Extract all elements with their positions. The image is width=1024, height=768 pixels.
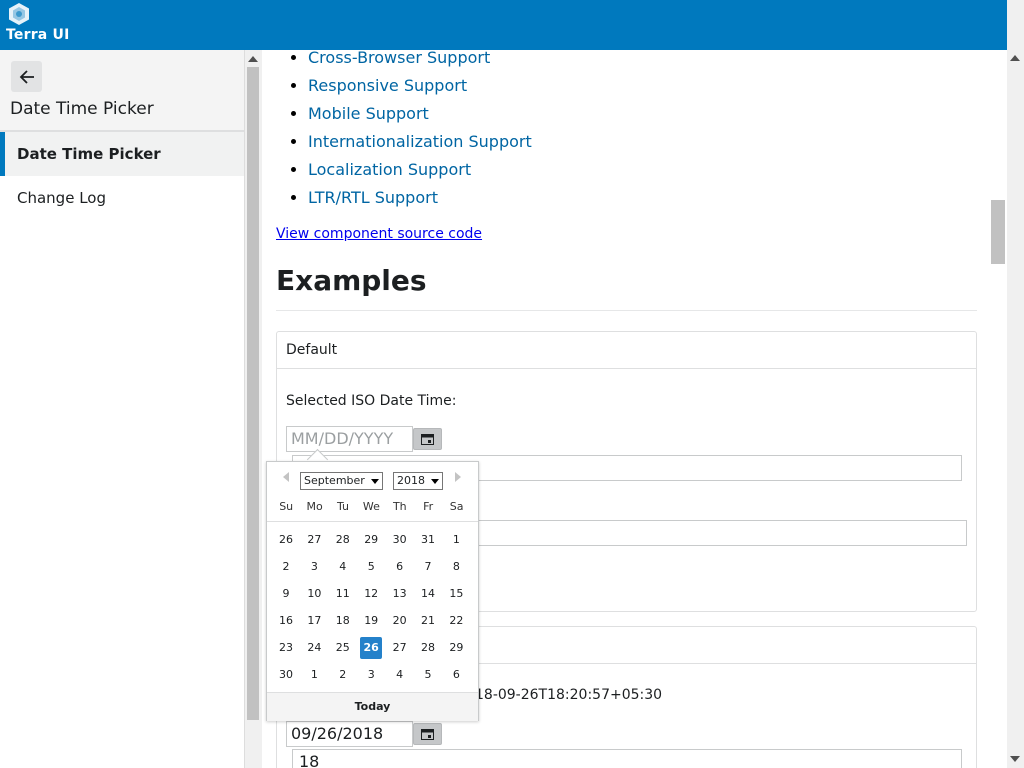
source-code-link[interactable]: View component source code — [276, 226, 482, 242]
sidebar: Date Time Picker Date Time Picker Change… — [0, 50, 244, 768]
calendar-day[interactable]: 31 — [417, 529, 439, 551]
weekday-header: Th — [392, 500, 407, 513]
calendar-day[interactable]: 19 — [360, 610, 382, 632]
calendar-icon — [421, 729, 434, 740]
weekday-header: Tu — [336, 500, 349, 513]
calendar-button[interactable] — [413, 723, 442, 745]
examples-heading: Examples — [276, 264, 427, 297]
calendar-day[interactable]: 2 — [275, 556, 297, 578]
calendar-day[interactable]: 28 — [417, 637, 439, 659]
calendar-day[interactable]: 1 — [445, 529, 467, 551]
calendar-day[interactable]: 7 — [417, 556, 439, 578]
calendar-day[interactable]: 22 — [445, 610, 467, 632]
sidebar-scrollbar-thumb[interactable] — [247, 67, 259, 720]
calendar-day[interactable]: 16 — [275, 610, 297, 632]
calendar-button[interactable] — [413, 428, 442, 450]
divider — [276, 310, 977, 311]
calendar-day[interactable]: 27 — [303, 529, 325, 551]
app-title[interactable]: Terra UI — [6, 27, 70, 43]
calendar-day[interactable]: 26 — [360, 637, 383, 659]
calendar-day[interactable]: 6 — [389, 556, 411, 578]
weekday-header: Fr — [423, 500, 434, 513]
list-item[interactable]: Mobile Support — [308, 100, 532, 128]
calendar-day[interactable]: 25 — [332, 637, 354, 659]
today-button[interactable]: Today — [267, 692, 478, 721]
sidebar-item-change-log[interactable]: Change Log — [0, 176, 244, 220]
calendar-day[interactable]: 14 — [417, 583, 439, 605]
date-picker-popup: September 2018 Su Mo Tu We Th Fr Sa 26 27 28 29 30… — [266, 461, 479, 721]
calendar-day[interactable]: 21 — [417, 610, 439, 632]
calendar-day[interactable]: 27 — [389, 637, 411, 659]
calendar-day[interactable]: 23 — [275, 637, 297, 659]
calendar-day[interactable]: 4 — [332, 556, 354, 578]
date-input[interactable]: MM/DD/YYYY — [286, 426, 413, 452]
calendar-day[interactable]: 29 — [360, 529, 382, 551]
sidebar-heading: Date Time Picker — [10, 99, 154, 119]
calendar-day[interactable]: 20 — [389, 610, 411, 632]
list-item[interactable]: Cross-Browser Support — [308, 50, 532, 72]
back-button[interactable] — [11, 61, 42, 92]
calendar-day[interactable]: 12 — [360, 583, 382, 605]
hour-field[interactable]: 18 — [292, 749, 962, 768]
calendar-day[interactable]: 17 — [303, 610, 325, 632]
arrow-left-icon — [19, 69, 34, 84]
calendar-day[interactable]: 26 — [275, 529, 297, 551]
calendar-day[interactable]: 15 — [445, 583, 467, 605]
next-month-icon[interactable] — [455, 472, 461, 482]
main-scrollbar-thumb[interactable] — [991, 200, 1005, 264]
calendar-day[interactable]: 28 — [332, 529, 354, 551]
previous-month-icon[interactable] — [283, 472, 289, 482]
calendar-day[interactable]: 11 — [332, 583, 354, 605]
calendar-day[interactable]: 18 — [332, 610, 354, 632]
calendar-icon — [421, 434, 434, 445]
calendar-day[interactable]: 24 — [303, 637, 325, 659]
feature-list: Cross-Browser Support Responsive Support… — [308, 50, 532, 212]
app-header: Terra UI — [0, 0, 1007, 50]
calendar-day[interactable]: 30 — [275, 664, 297, 686]
calendar-day[interactable]: 29 — [445, 637, 467, 659]
weekday-header: Sa — [449, 500, 464, 513]
terra-logo-icon[interactable] — [7, 2, 31, 26]
weekday-header: Mo — [306, 500, 323, 513]
list-item[interactable]: Internationalization Support — [308, 128, 532, 156]
calendar-day[interactable]: 2 — [332, 664, 354, 686]
calendar-day[interactable]: 9 — [275, 583, 297, 605]
calendar-day[interactable]: 6 — [445, 664, 467, 686]
calendar-day[interactable]: 13 — [389, 583, 411, 605]
window-scrollbar[interactable] — [1007, 0, 1024, 768]
calendar-day[interactable]: 30 — [389, 529, 411, 551]
weekday-header: We — [362, 500, 380, 513]
sidebar-item-date-time-picker[interactable]: Date Time Picker — [0, 132, 244, 176]
calendar-day[interactable]: 4 — [389, 664, 411, 686]
list-item[interactable]: Localization Support — [308, 156, 532, 184]
calendar-day[interactable]: 3 — [303, 556, 325, 578]
calendar-day[interactable]: 10 — [303, 583, 325, 605]
selected-iso-value: 18-09-26T18:20:57+05:30 — [475, 687, 663, 703]
card-header: Default — [277, 332, 976, 369]
divider — [267, 521, 478, 522]
sidebar-header: Date Time Picker — [0, 50, 244, 132]
month-select[interactable]: September — [300, 472, 383, 490]
weekday-header: Su — [279, 500, 294, 513]
calendar-day[interactable]: 5 — [417, 664, 439, 686]
list-item[interactable]: Responsive Support — [308, 72, 532, 100]
date-input[interactable]: 09/26/2018 — [286, 721, 413, 747]
calendar-day[interactable]: 5 — [360, 556, 382, 578]
calendar-day[interactable]: 1 — [303, 664, 325, 686]
calendar-day[interactable]: 3 — [360, 664, 382, 686]
year-select[interactable]: 2018 — [393, 472, 443, 490]
calendar-day[interactable]: 8 — [445, 556, 467, 578]
selected-iso-label: Selected ISO Date Time: — [286, 393, 457, 409]
list-item[interactable]: LTR/RTL Support — [308, 184, 532, 212]
